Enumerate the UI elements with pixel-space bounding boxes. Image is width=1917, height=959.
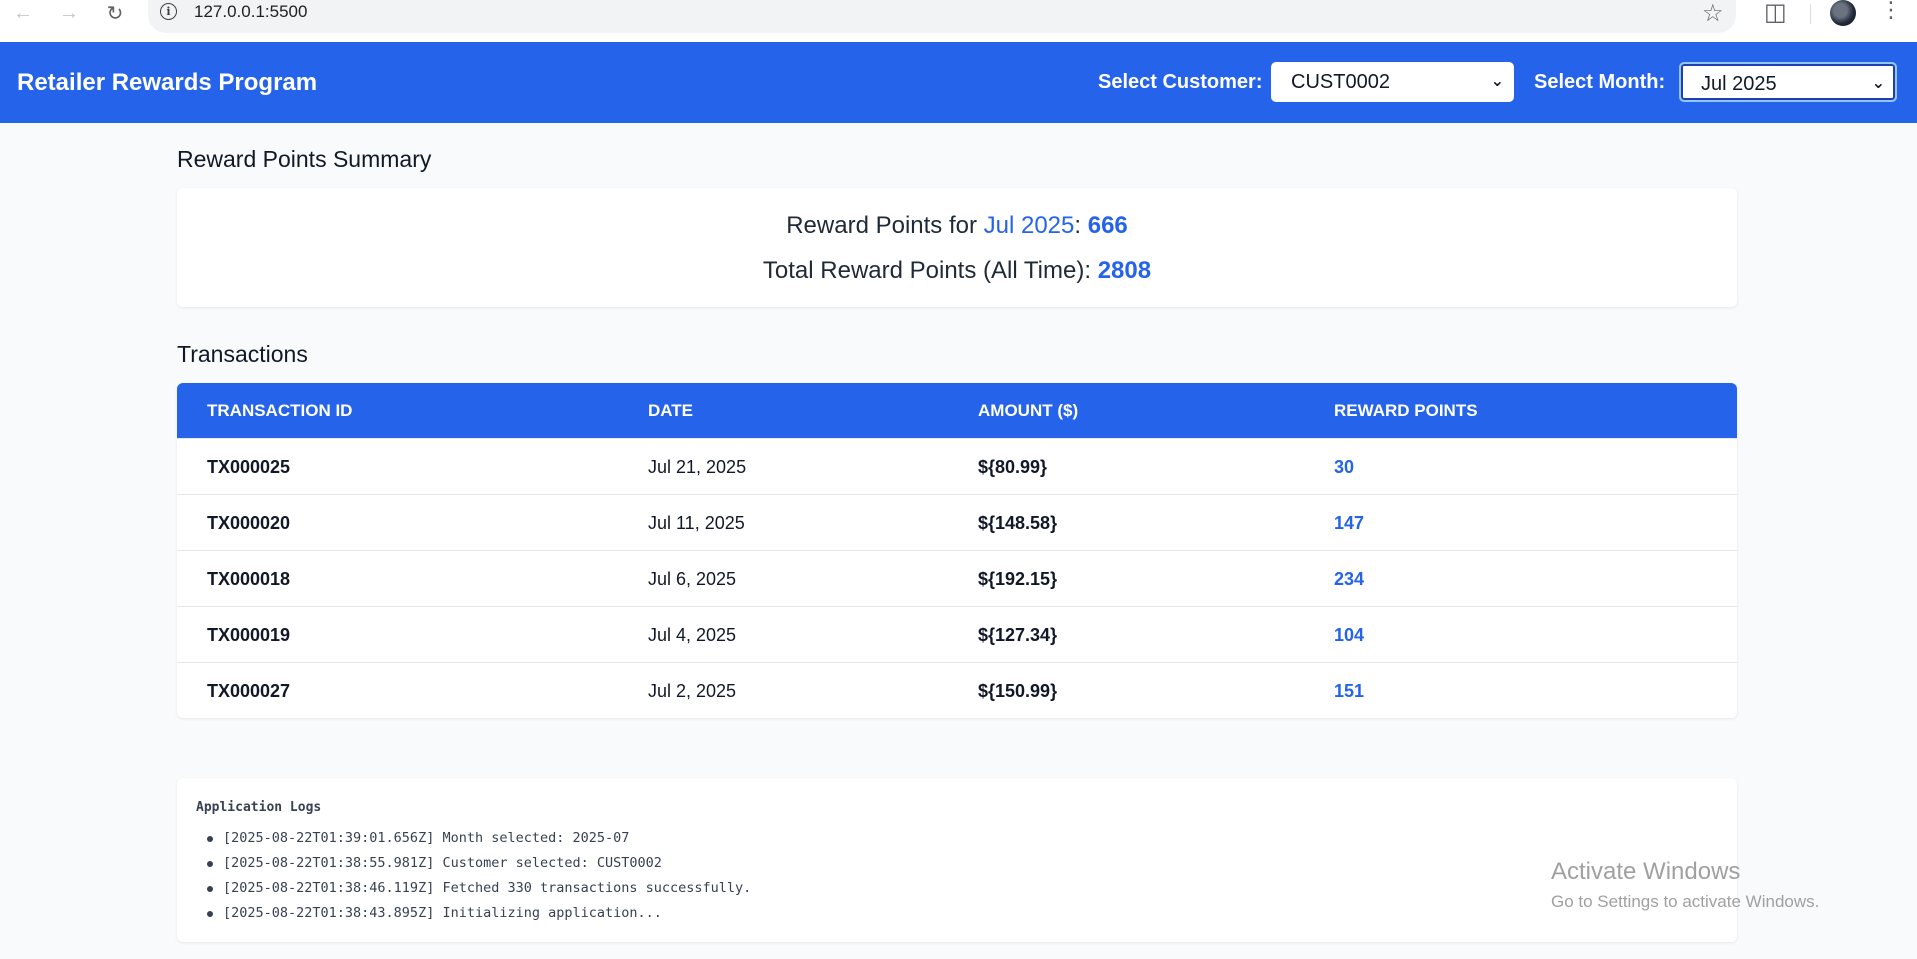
cell-transaction-id: TX000020 [207,513,291,533]
toolbar-divider [1810,4,1811,24]
profile-avatar[interactable] [1830,0,1856,26]
activate-windows-subtitle: Go to Settings to activate Windows. [1551,892,1820,911]
log-entry: [2025-08-22T01:38:43.895Z] Initializing … [207,903,751,928]
cell-date: Jul 11, 2025 [648,513,745,533]
customer-select[interactable]: CUST0002 ⌄ [1271,62,1514,102]
table-row: TX000020 Jul 11, 2025 ${148.58} 147 [177,494,1737,550]
table-row: TX000025 Jul 21, 2025 ${80.99} 30 [177,438,1737,494]
cell-date: Jul 21, 2025 [648,457,747,477]
site-info-icon[interactable]: i [160,3,177,20]
bookmark-star-icon[interactable]: ☆ [1702,0,1724,28]
column-header-amount: AMOUNT ($) [978,401,1079,420]
reload-icon[interactable]: ↻ [100,0,130,26]
cell-date: Jul 6, 2025 [648,569,737,589]
cell-amount: ${127.34} [978,625,1058,645]
monthly-points-line: Reward Points for Jul 2025: 666 [177,212,1737,240]
chevron-down-icon: ⌄ [1871,75,1885,92]
summary-section-title: Reward Points Summary [177,146,432,172]
monthly-points-separator: : [1074,212,1088,239]
summary-card: Reward Points for Jul 2025: 666 Total Re… [177,188,1737,307]
column-header-reward-points: REWARD POINTS [1334,401,1478,420]
cell-amount: ${192.15} [978,569,1058,589]
cell-amount: ${80.99} [978,457,1048,477]
app-title: Retailer Rewards Program [17,69,318,96]
transactions-section-title: Transactions [177,341,308,367]
total-points-prefix: Total Reward Points (All Time): [762,257,1098,284]
browser-toolbar: ← → ↻ i 127.0.0.1:5500 ☆ ◫ ⋮ [0,0,1917,42]
cell-date: Jul 4, 2025 [648,625,737,645]
logs-title: Application Logs [196,800,322,815]
log-entry: [2025-08-22T01:38:46.119Z] Fetched 330 t… [207,878,751,903]
table-header: TRANSACTION ID DATE AMOUNT ($) REWARD PO… [177,383,1737,438]
forward-arrow-icon[interactable]: → [54,0,84,26]
address-bar[interactable] [148,0,1736,33]
url-text[interactable]: 127.0.0.1:5500 [194,2,307,22]
table-row: TX000027 Jul 2, 2025 ${150.99} 151 [177,662,1737,718]
monthly-points-prefix: Reward Points for [786,212,984,239]
customer-select-value: CUST0002 [1291,71,1390,93]
log-entry: [2025-08-22T01:38:55.981Z] Customer sele… [207,853,751,878]
month-select[interactable]: Jul 2025 ⌄ [1679,62,1897,102]
cell-date: Jul 2, 2025 [648,681,737,701]
table-row: TX000018 Jul 6, 2025 ${192.15} 234 [177,550,1737,606]
app-header: Retailer Rewards Program Select Customer… [0,42,1917,123]
cell-amount: ${150.99} [978,681,1058,701]
cell-reward-points: 147 [1334,513,1365,533]
cell-reward-points: 30 [1334,457,1355,477]
cell-reward-points: 234 [1334,569,1365,589]
table-row: TX000019 Jul 4, 2025 ${127.34} 104 [177,606,1737,662]
log-entry: [2025-08-22T01:39:01.656Z] Month selecte… [207,828,751,853]
column-header-transaction-id: TRANSACTION ID [207,401,353,420]
activate-windows-title: Activate Windows [1551,858,1741,885]
extensions-puzzle-icon[interactable]: ◫ [1764,0,1787,27]
customer-select-label: Select Customer: [1098,71,1263,93]
cell-transaction-id: TX000018 [207,569,291,589]
total-points-value: 2808 [1097,257,1152,284]
monthly-points-month: Jul 2025 [983,212,1075,239]
cell-reward-points: 104 [1334,625,1365,645]
logs-panel: Application Logs [2025-08-22T01:39:01.65… [177,778,1737,942]
cell-reward-points: 151 [1334,681,1365,701]
monthly-points-value: 666 [1087,212,1128,239]
month-select-value: Jul 2025 [1701,73,1777,95]
chevron-down-icon: ⌄ [1490,73,1504,90]
cell-transaction-id: TX000025 [207,457,291,477]
more-menu-icon[interactable]: ⋮ [1880,0,1902,24]
cell-amount: ${148.58} [978,513,1058,533]
back-arrow-icon[interactable]: ← [8,0,38,26]
month-select-label: Select Month: [1534,71,1666,93]
cell-transaction-id: TX000019 [207,625,291,645]
column-header-date: DATE [648,401,694,420]
transactions-table: TRANSACTION ID DATE AMOUNT ($) REWARD PO… [177,383,1737,718]
cell-transaction-id: TX000027 [207,681,291,701]
logs-list: [2025-08-22T01:39:01.656Z] Month selecte… [207,828,751,928]
total-points-line: Total Reward Points (All Time): 2808 [177,257,1737,285]
